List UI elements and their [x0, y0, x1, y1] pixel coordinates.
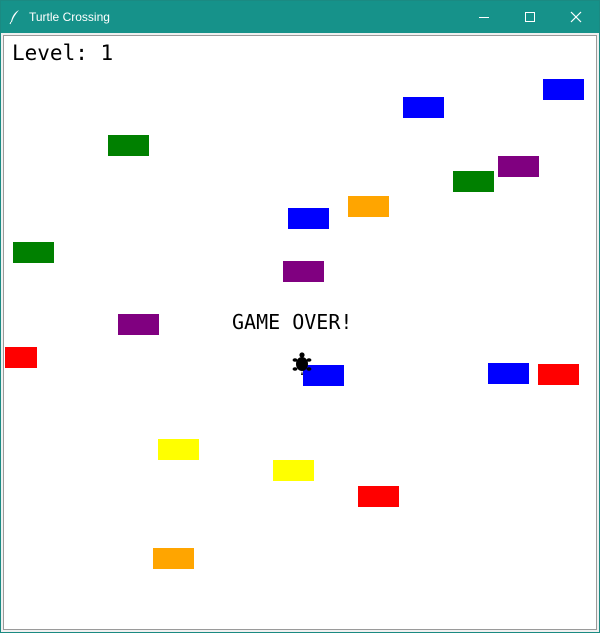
car-green — [453, 171, 494, 192]
window-title: Turtle Crossing — [29, 10, 110, 24]
app-window: Turtle Crossing Level: 1 GAME OVER! — [0, 0, 600, 633]
car-blue — [488, 363, 529, 384]
car-green — [108, 135, 149, 156]
feather-icon — [9, 9, 21, 25]
car-blue — [543, 79, 584, 100]
car-purple — [498, 156, 539, 177]
title-bar[interactable]: Turtle Crossing — [1, 1, 599, 33]
car-blue — [288, 208, 329, 229]
car-red — [538, 364, 579, 385]
car-blue — [403, 97, 444, 118]
car-orange — [153, 548, 194, 569]
minimize-icon — [479, 17, 489, 18]
game-over-message: GAME OVER! — [232, 310, 353, 334]
maximize-button[interactable] — [507, 1, 553, 33]
car-red — [5, 347, 37, 368]
car-orange — [348, 196, 389, 217]
car-purple — [283, 261, 324, 282]
car-yellow — [158, 439, 199, 460]
car-yellow — [273, 460, 314, 481]
turtle-icon — [292, 352, 312, 375]
close-icon — [570, 11, 582, 23]
car-red — [358, 486, 399, 507]
car-green — [13, 242, 54, 263]
game-canvas[interactable]: Level: 1 GAME OVER! — [5, 37, 596, 629]
minimize-button[interactable] — [461, 1, 507, 33]
close-button[interactable] — [553, 1, 599, 33]
maximize-icon — [525, 12, 535, 22]
car-purple — [118, 314, 159, 335]
level-label: Level: 1 — [12, 41, 114, 65]
